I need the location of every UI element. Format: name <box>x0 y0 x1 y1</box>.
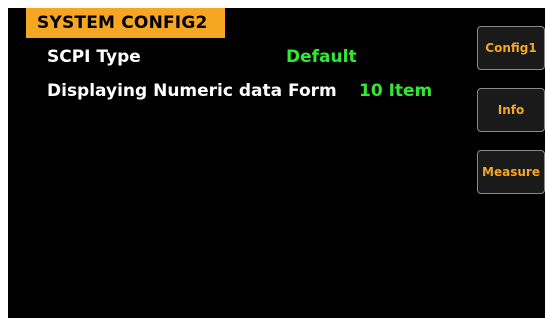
numeric-form-label: Displaying Numeric data Form <box>47 81 337 101</box>
page-title: SYSTEM CONFIG2 <box>26 8 225 38</box>
scpi-type-label: SCPI Type <box>47 47 141 67</box>
measure-button[interactable]: Measure <box>477 150 545 194</box>
scpi-type-value[interactable]: Default <box>286 47 357 67</box>
config1-button[interactable]: Config1 <box>477 26 545 70</box>
numeric-form-value[interactable]: 10 Item <box>359 81 432 101</box>
info-button[interactable]: Info <box>477 88 545 132</box>
